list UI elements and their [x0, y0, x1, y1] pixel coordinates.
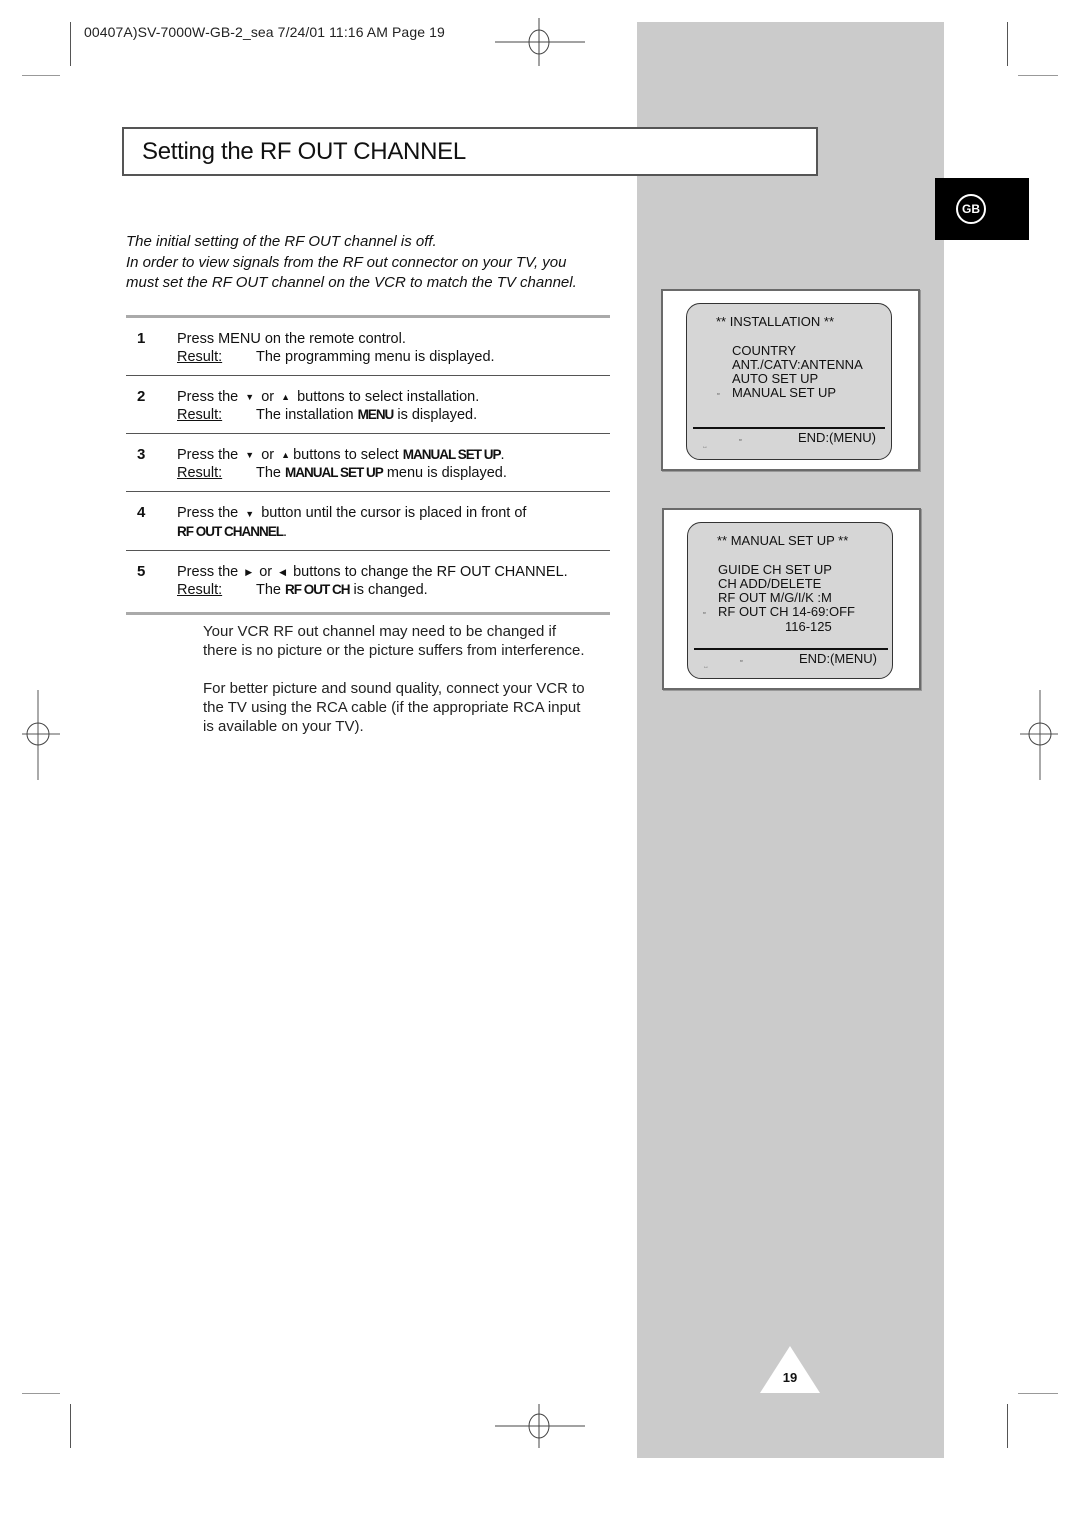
step-number: 1	[137, 330, 146, 347]
result-label: Result:	[177, 349, 223, 365]
cursor-icon: ▫	[717, 391, 720, 398]
crop-mark-tr-v	[1007, 22, 1008, 66]
menu-name: RF OUT CH	[285, 581, 350, 597]
crop-mark-br-h	[1018, 1393, 1058, 1394]
osd-divider	[693, 427, 885, 429]
step-instruction: Press the ▶ or ◀ buttons to change the R…	[177, 563, 568, 580]
intro-line: The initial setting of the RF OUT channe…	[126, 233, 437, 250]
step-number: 5	[137, 562, 146, 580]
step-result: Result: The programming menu is displayed…	[177, 348, 610, 366]
step-number: 3	[137, 446, 146, 464]
print-header: 00407A)SV-7000W-GB-2_sea 7/24/01 11:16 A…	[84, 24, 445, 40]
registration-mark-top	[495, 18, 585, 66]
osd-item-range: 116-125	[785, 619, 832, 634]
step-number: 2	[137, 388, 146, 405]
step-result: Result: The MANUAL SET UP menu is display…	[177, 465, 507, 482]
osd-item-selected: MANUAL SET UP	[732, 385, 837, 400]
note: Your VCR RF out channel may need to be c…	[203, 623, 585, 659]
result-label: Result:	[177, 465, 223, 482]
section-title: Setting the RF OUT CHANNEL	[142, 138, 466, 165]
up-arrow-icon: ▲	[281, 392, 291, 403]
down-arrow-icon: ▼	[245, 508, 255, 519]
language-badge: GB	[935, 178, 1029, 240]
steps-bottom-rule	[126, 611, 610, 615]
steps-list: 1 Press MENU on the remote control. Resu…	[126, 315, 610, 615]
osd-divider	[694, 648, 888, 650]
intro-text: The initial setting of the RF OUT channe…	[126, 232, 636, 294]
intro-line: In order to view signals from the RF out…	[126, 253, 567, 271]
registration-mark-right	[1020, 690, 1058, 780]
osd-footer: END:(MENU)	[798, 430, 876, 445]
osd-screen-manual-setup-frame: ** MANUAL SET UP ** GUIDE CH SET UP CH A…	[662, 508, 921, 690]
osd-footer: END:(MENU)	[799, 651, 877, 666]
menu-name: MANUAL SET UP	[285, 465, 384, 481]
step-number: 4	[137, 504, 146, 522]
step-instruction: Press the ▼ button until the cursor is p…	[177, 505, 527, 522]
step-result: Result: The installation MENU is displaye…	[177, 407, 478, 424]
crop-mark-tr-h	[1018, 75, 1058, 76]
step-item: 4 Press the ▼ button until the cursor is…	[126, 492, 610, 549]
result-label: Result:	[177, 407, 223, 424]
result-label: Result:	[177, 581, 223, 598]
crop-mark-tl-v	[70, 22, 71, 66]
osd-screen-installation-frame: ** INSTALLATION ** COUNTRY ANT./CATV:ANT…	[661, 289, 920, 471]
section-title-box: Setting the RF OUT CHANNEL	[122, 127, 818, 176]
osd-footer-mark: ↔	[703, 664, 709, 670]
note: For better picture and sound quality, co…	[203, 680, 585, 735]
cursor-icon: ▫	[739, 437, 742, 444]
osd-header: ** INSTALLATION **	[716, 314, 834, 329]
right-arrow-icon: ▶	[245, 566, 253, 577]
osd-header: ** MANUAL SET UP **	[717, 533, 849, 548]
intro-line: must set the RF OUT channel on the VCR t…	[126, 274, 577, 291]
down-arrow-icon: ▼	[245, 392, 255, 403]
step-item: 3 Press the ▼ or ▲ buttons to select MANU…	[126, 434, 610, 491]
sidebar-gray-column	[637, 22, 944, 1458]
step-result: Result: The RF OUT CH is changed.	[177, 581, 428, 598]
menu-name: MENU	[357, 407, 395, 423]
step-instruction: Press the ▼ or ▲ buttons to select insta…	[177, 389, 480, 405]
osd-item-selected: RF OUT CH 14-69:OFF	[718, 604, 856, 619]
step-instruction-cont: RF OUT CHANNEL.	[177, 523, 288, 540]
step-item: 5 Press the ▶ or ◀ buttons to change the…	[126, 551, 610, 608]
cursor-icon: ▫	[703, 610, 706, 617]
registration-mark-bottom	[495, 1404, 585, 1448]
step-item: 2 Press the ▼ or ▲ buttons to select ins…	[126, 376, 610, 433]
up-arrow-icon: ▲	[281, 450, 291, 461]
crop-mark-bl-h	[22, 1393, 60, 1394]
osd-screen-manual-setup: ** MANUAL SET UP ** GUIDE CH SET UP CH A…	[687, 522, 893, 679]
step-item: 1 Press MENU on the remote control. Resu…	[126, 318, 610, 375]
cursor-icon: ▫	[740, 658, 743, 665]
menu-name: RF OUT CHANNEL	[177, 523, 284, 539]
down-arrow-icon: ▼	[245, 450, 255, 461]
left-arrow-icon: ◀	[279, 566, 287, 577]
step-instruction: Press the ▼ or ▲ buttons to select MANUAL…	[177, 447, 505, 464]
crop-mark-tl-h	[22, 75, 60, 76]
step-instruction: Press MENU on the remote control.	[177, 331, 406, 347]
notes: Your VCR RF out channel may need to be c…	[203, 622, 633, 755]
menu-name: MANUAL SET UP	[402, 447, 502, 463]
registration-mark-left	[22, 690, 60, 780]
osd-footer-mark: ↔	[702, 444, 708, 450]
osd-screen-installation: ** INSTALLATION ** COUNTRY ANT./CATV:ANT…	[686, 303, 892, 460]
crop-mark-br-v	[1007, 1404, 1008, 1448]
language-badge-label: GB	[956, 194, 986, 224]
crop-mark-bl-v	[70, 1404, 71, 1448]
page-number: 19	[782, 1370, 798, 1385]
result-text: The programming menu is displayed.	[256, 349, 495, 365]
